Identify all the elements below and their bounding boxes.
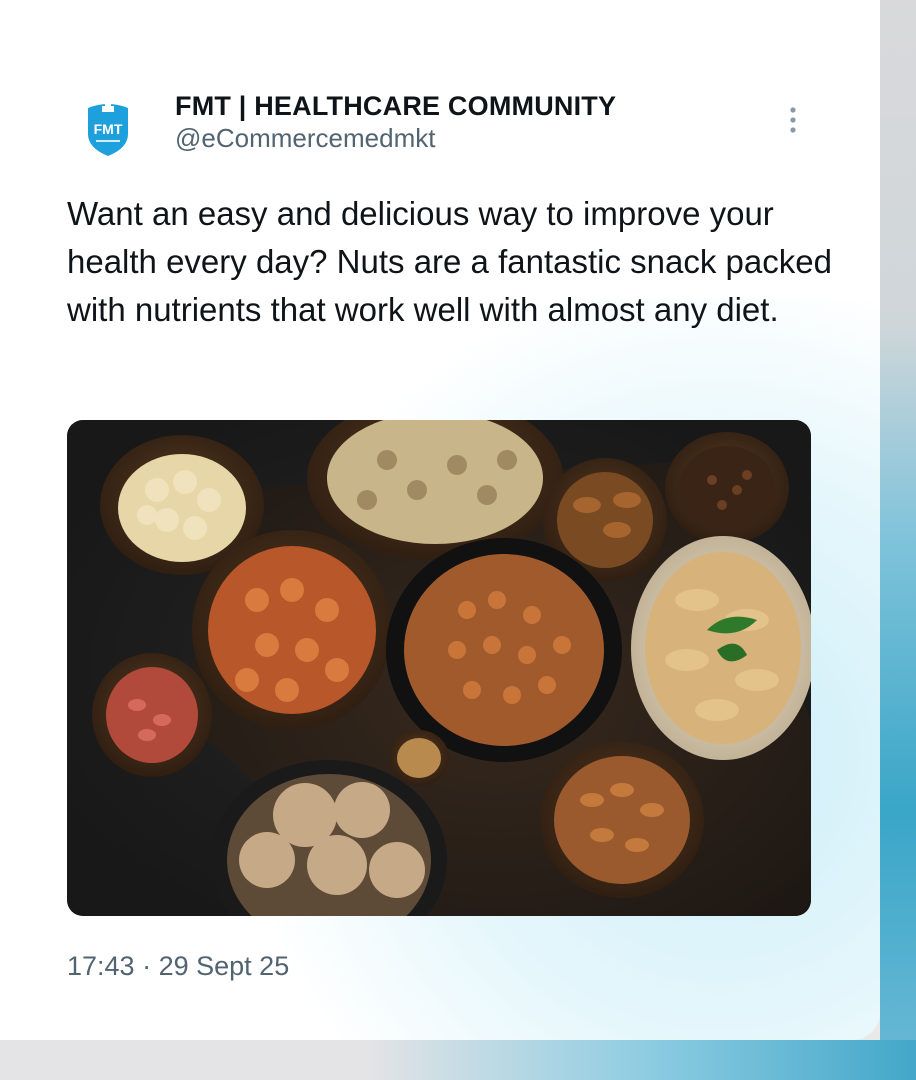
background-bottom-edge xyxy=(0,1040,916,1080)
more-vertical-icon xyxy=(790,107,796,133)
tweet-time: 17:43 xyxy=(67,951,135,981)
tweet-card: FMT FMT | HEALTHCARE COMMUNITY @eCommerc… xyxy=(0,0,880,1040)
avatar[interactable]: FMT xyxy=(80,98,136,158)
author-display-name[interactable]: FMT | HEALTHCARE COMMUNITY xyxy=(175,90,616,122)
tweet-date: 29 Sept 25 xyxy=(158,951,290,981)
nuts-photo xyxy=(67,420,811,916)
author-handle[interactable]: @eCommercemedmkt xyxy=(175,122,616,154)
background-right-edge xyxy=(880,0,916,1080)
timestamp-separator: · xyxy=(142,951,152,981)
more-options-button[interactable] xyxy=(778,102,808,138)
tweet-timestamp[interactable]: 17:43 · 29 Sept 25 xyxy=(67,948,289,984)
fmt-logo-icon: FMT xyxy=(88,102,128,156)
author-header: FMT | HEALTHCARE COMMUNITY @eCommercemed… xyxy=(175,90,616,154)
tweet-body-text: Want an easy and delicious way to improv… xyxy=(67,195,832,328)
avatar-logo-text: FMT xyxy=(94,121,123,137)
tweet-media-image[interactable] xyxy=(67,420,811,916)
